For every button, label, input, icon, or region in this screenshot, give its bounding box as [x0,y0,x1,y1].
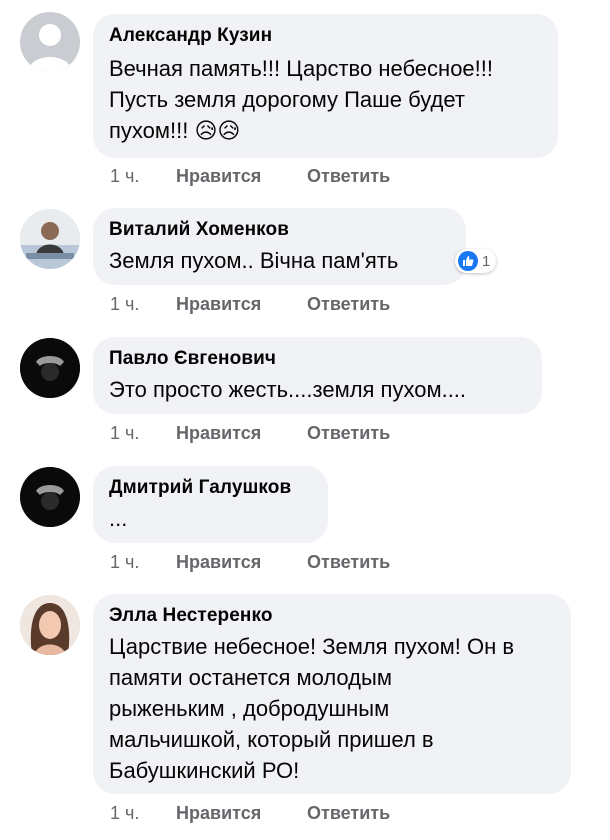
comment-author[interactable]: Павло Євгенович [109,347,526,371]
comment-time[interactable]: 1 ч. [110,802,176,824]
reply-button[interactable]: Ответить [307,551,390,573]
like-button[interactable]: Нравится [176,802,307,824]
comment-text: Царствие небесное! Земля пухом! Он в пам… [109,634,515,783]
avatar[interactable] [20,209,80,269]
thumbs-up-icon [458,251,478,271]
reply-button[interactable]: Ответить [307,422,390,444]
comment-bubble: Дмитрий Галушков ... [93,466,328,543]
reply-button[interactable]: Ответить [307,165,390,187]
avatar[interactable] [20,595,80,655]
comment-actions: 1 ч. Нравится Ответить [110,422,390,444]
avatar[interactable] [20,338,80,398]
user-silhouette-icon [28,24,72,72]
comment-actions: 1 ч. Нравится Ответить [110,293,390,315]
profile-photo-icon [20,338,80,398]
comment-time[interactable]: 1 ч. [110,422,176,444]
comment-author[interactable]: Элла Нестеренко [109,604,555,628]
reply-button[interactable]: Ответить [307,293,390,315]
comment-author[interactable]: Виталий Хоменков [109,218,450,242]
comment-bubble: Александр Кузин Вечная память!!! Царство… [93,14,558,158]
avatar-default[interactable] [20,12,80,72]
comment-text: Земля пухом.. Вічна пам'ять [109,248,399,273]
comment-actions: 1 ч. Нравится Ответить [110,165,390,187]
like-button[interactable]: Нравится [176,165,307,187]
comment-bubble: Виталий Хоменков Земля пухом.. Вічна пам… [93,208,466,285]
profile-photo-icon [20,467,80,527]
like-button[interactable]: Нравится [176,293,307,315]
comment-actions: 1 ч. Нравится Ответить [110,802,390,824]
comment-time[interactable]: 1 ч. [110,165,176,187]
comment-time[interactable]: 1 ч. [110,551,176,573]
like-button[interactable]: Нравится [176,422,307,444]
profile-photo-icon [20,595,80,655]
reaction-count: 1 [482,252,491,270]
comment-bubble: Павло Євгенович Это просто жесть....земл… [93,337,542,414]
profile-photo-icon [20,209,80,269]
reaction-badge[interactable]: 1 [455,249,497,273]
comment-author[interactable]: Александр Кузин [109,24,542,48]
comment-time[interactable]: 1 ч. [110,293,176,315]
comment-author[interactable]: Дмитрий Галушков [109,476,312,500]
like-button[interactable]: Нравится [176,551,307,573]
comment-bubble: Элла Нестеренко Царствие небесное! Земля… [93,594,571,794]
comment-text: ... [109,506,128,531]
comment-actions: 1 ч. Нравится Ответить [110,551,390,573]
reply-button[interactable]: Ответить [307,802,390,824]
comment-text: Это просто жесть....земля пухом.... [109,377,467,402]
comment-text: Вечная память!!! Царство небесное!!! Пус… [109,56,494,143]
avatar[interactable] [20,467,80,527]
